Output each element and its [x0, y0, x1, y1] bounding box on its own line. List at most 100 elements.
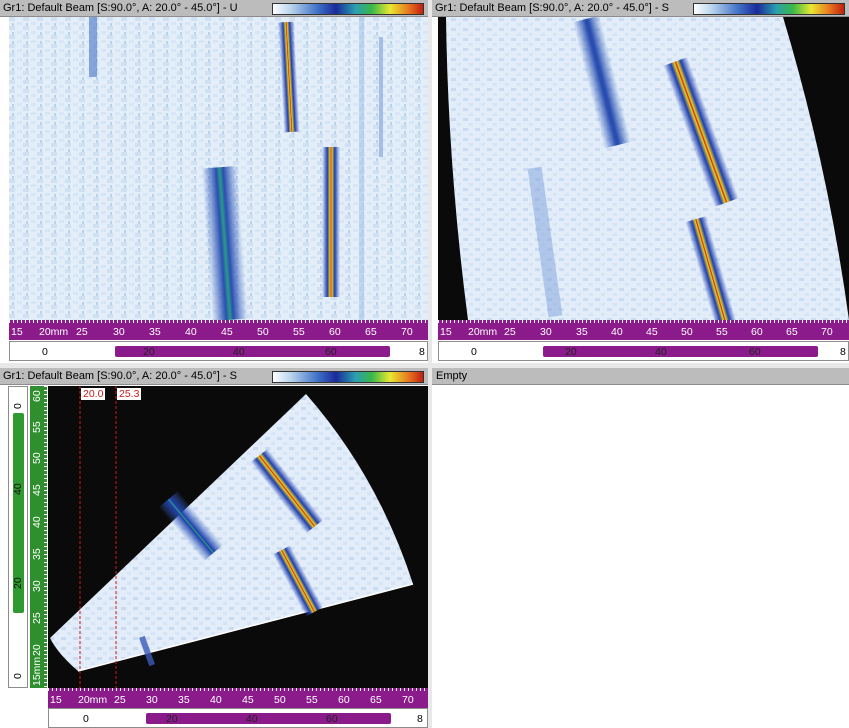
ruler-label: 25 [504, 326, 516, 338]
ruler-label: 20mm [39, 326, 69, 338]
view-title: Gr1: Default Beam [S:90.0°, A: 20.0° - 4… [3, 370, 237, 382]
view-top-right[interactable]: Gr1: Default Beam [S:90.0°, A: 20.0° - 4… [432, 0, 849, 363]
scroll-label: 60 [326, 713, 338, 725]
ruler-label: 60 [329, 326, 341, 338]
ruler-label: 65 [370, 694, 382, 706]
vscroll-label: 20 [12, 577, 24, 589]
ruler-label: 45 [646, 326, 658, 338]
ruler-label: 65 [365, 326, 377, 338]
pane-splitter-horizontal[interactable] [0, 363, 849, 368]
horizontal-ruler[interactable]: 15 20mm 25 30 35 40 45 50 55 60 65 70 [438, 320, 849, 340]
view-bottom-left[interactable]: Gr1: Default Beam [S:90.0°, A: 20.0° - 4… [0, 368, 428, 728]
scroll-label: 20 [166, 713, 178, 725]
scroll-label: 20 [143, 346, 155, 358]
scroll-label: 60 [749, 346, 761, 358]
vertical-scrollbar[interactable]: 0 40 20 0 [8, 386, 28, 688]
scroll-thumb[interactable]: 20 40 60 [115, 346, 390, 358]
ruler-label: 20mm [78, 694, 108, 706]
ruler-label: 40 [611, 326, 623, 338]
ruler-label: 60 [751, 326, 763, 338]
color-palette[interactable] [272, 371, 424, 383]
vruler-label: 60 [31, 390, 43, 402]
view-title: Gr1: Default Beam [S:90.0°, A: 20.0° - 4… [435, 2, 669, 14]
horizontal-scrollbar[interactable]: 0 20 40 60 8 [438, 341, 849, 361]
vruler-label: 55 [31, 421, 43, 433]
cursor-label-2[interactable]: 25.3 [117, 388, 142, 400]
ruler-label: 25 [76, 326, 88, 338]
horizontal-scrollbar[interactable]: 0 20 40 60 8 [9, 341, 428, 361]
ruler-label: 65 [786, 326, 798, 338]
ruler-label: 40 [210, 694, 222, 706]
color-palette[interactable] [693, 3, 845, 15]
color-palette[interactable] [272, 3, 424, 15]
horizontal-ruler[interactable]: 15 20mm 25 30 35 40 45 50 55 60 65 70 [48, 688, 428, 708]
ruler-label: 30 [146, 694, 158, 706]
ruler-label: 30 [540, 326, 552, 338]
horizontal-scrollbar[interactable]: 0 20 40 60 8 [48, 708, 428, 728]
ruler-label: 55 [293, 326, 305, 338]
scroll-start-label: 0 [83, 713, 89, 725]
ruler-label: 55 [716, 326, 728, 338]
vruler-label: 50 [31, 452, 43, 464]
horizontal-ruler[interactable]: 15 20mm 25 30 35 40 45 50 55 60 65 70 [9, 320, 428, 340]
u-scan-image [9, 17, 428, 320]
scroll-end-label: 8 [417, 713, 423, 725]
u-scan-plot[interactable] [9, 17, 428, 320]
view-title-bar[interactable]: Gr1: Default Beam [S:90.0°, A: 20.0° - 4… [0, 368, 428, 385]
ruler-label: 60 [338, 694, 350, 706]
view-title-bar[interactable]: Gr1: Default Beam [S:90.0°, A: 20.0° - 4… [0, 0, 428, 17]
view-bottom-right[interactable]: Empty [432, 368, 849, 728]
view-title: Gr1: Default Beam [S:90.0°, A: 20.0° - 4… [3, 2, 238, 14]
ruler-label: 55 [306, 694, 318, 706]
scroll-label: 20 [565, 346, 577, 358]
vscroll-label: 0 [12, 403, 24, 409]
view-title: Empty [436, 370, 468, 382]
vruler-label: 20 [31, 644, 43, 656]
sector-scan-plot[interactable]: 20.0 25.3 [48, 386, 428, 688]
ruler-label: 15 [440, 326, 452, 338]
scroll-start-label: 0 [42, 346, 48, 358]
ruler-label: 35 [149, 326, 161, 338]
ruler-label: 35 [576, 326, 588, 338]
s-scan-image [438, 17, 849, 320]
view-title-bar[interactable]: Empty [432, 368, 849, 385]
vruler-label: 15mm [31, 656, 43, 686]
vruler-label: 25 [31, 612, 43, 624]
sector-scan-image [48, 386, 428, 688]
scroll-end-label: 8 [840, 346, 846, 358]
view-title-bar[interactable]: Gr1: Default Beam [S:90.0°, A: 20.0° - 4… [432, 0, 849, 17]
scroll-label: 60 [325, 346, 337, 358]
vscroll-thumb[interactable]: 40 20 [12, 413, 24, 613]
ruler-label: 50 [274, 694, 286, 706]
vscroll-label: 40 [12, 483, 24, 495]
ruler-label: 70 [402, 694, 414, 706]
ruler-label: 40 [185, 326, 197, 338]
ruler-label: 45 [242, 694, 254, 706]
vruler-label: 35 [31, 548, 43, 560]
scroll-label: 40 [655, 346, 667, 358]
ruler-label: 70 [821, 326, 833, 338]
view-top-left[interactable]: Gr1: Default Beam [S:90.0°, A: 20.0° - 4… [0, 0, 428, 363]
ruler-label: 70 [401, 326, 413, 338]
scroll-thumb[interactable]: 20 40 60 [146, 713, 391, 725]
ruler-label: 45 [221, 326, 233, 338]
vertical-ruler[interactable]: 60 55 50 45 40 35 30 25 20 15mm [30, 386, 47, 688]
ruler-label: 20mm [468, 326, 498, 338]
ruler-label: 30 [113, 326, 125, 338]
ruler-label: 50 [257, 326, 269, 338]
scroll-thumb[interactable]: 20 40 60 [543, 346, 818, 358]
ruler-label: 25 [114, 694, 126, 706]
scroll-label: 40 [233, 346, 245, 358]
ruler-label: 50 [681, 326, 693, 338]
scroll-label: 40 [246, 713, 258, 725]
scroll-end-label: 8 [419, 346, 425, 358]
vruler-label: 45 [31, 484, 43, 496]
ruler-label: 15 [50, 694, 62, 706]
vruler-label: 30 [31, 580, 43, 592]
s-scan-plot[interactable] [438, 17, 849, 320]
vruler-label: 40 [31, 516, 43, 528]
scroll-start-label: 0 [471, 346, 477, 358]
cursor-label-1[interactable]: 20.0 [81, 388, 106, 400]
ruler-label: 15 [11, 326, 23, 338]
vscroll-label: 0 [12, 673, 24, 679]
